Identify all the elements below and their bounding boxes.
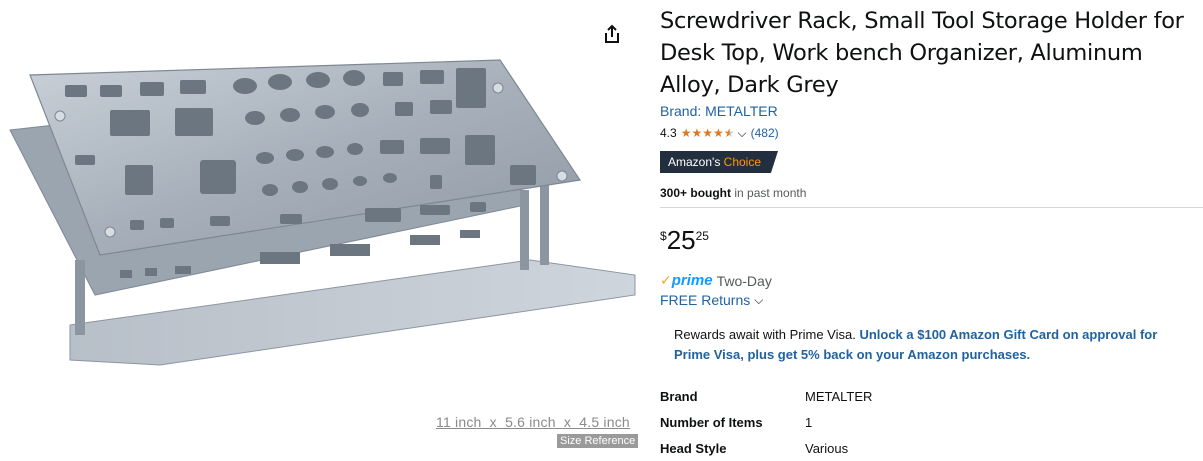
spec-row: Head Style Various bbox=[660, 435, 1060, 461]
free-returns-link[interactable]: FREE Returns ⌵ bbox=[660, 292, 763, 308]
bought-past-month: 300+ bought in past month bbox=[660, 186, 806, 200]
star-rating[interactable]: ★ ★ ★ ★ ★ bbox=[681, 127, 735, 139]
price: $ 25 25 bbox=[660, 224, 709, 256]
star-icon: ★ bbox=[702, 126, 713, 140]
price-symbol: $ bbox=[660, 229, 667, 243]
size-dimensions: 11 inch x 5.6 inch x 4.5 inch bbox=[436, 414, 630, 430]
spec-value: Various bbox=[805, 440, 849, 456]
spec-row: Number of Items 1 bbox=[660, 409, 1060, 435]
rewards-text: Rewards await with Prime Visa. bbox=[674, 327, 860, 342]
image-gallery: 11 inch x 5.6 inch x 4.5 inch Size Refer… bbox=[0, 0, 645, 461]
product-info: Screwdriver Rack, Small Tool Storage Hol… bbox=[660, 0, 1203, 461]
prime-visa-rewards: Rewards await with Prime Visa. Unlock a … bbox=[674, 325, 1194, 365]
half-star-icon: ★ bbox=[723, 126, 735, 140]
badge-accent: Choice bbox=[723, 155, 762, 169]
bought-count: 300+ bought bbox=[660, 186, 732, 200]
spec-key: Head Style bbox=[660, 440, 727, 456]
rating-row: 4.3 ★ ★ ★ ★ ★ ⌵ (482) bbox=[660, 124, 779, 142]
size-reference-label: Size Reference bbox=[557, 434, 639, 448]
bought-period: in past month bbox=[731, 186, 807, 200]
spec-key: Brand bbox=[660, 388, 698, 404]
brand-link[interactable]: Brand: METALTER bbox=[660, 103, 778, 119]
divider bbox=[660, 207, 1203, 208]
star-icon: ★ bbox=[680, 126, 692, 140]
amazons-choice-badge[interactable]: Amazon's Choice bbox=[660, 151, 778, 173]
free-returns-label: FREE Returns bbox=[660, 292, 751, 308]
product-image[interactable] bbox=[0, 30, 645, 400]
price-fraction: 25 bbox=[695, 229, 709, 243]
spec-value: METALTER bbox=[805, 388, 873, 404]
review-count-link[interactable]: (482) bbox=[751, 126, 779, 140]
prime-delivery-text: Two-Day bbox=[716, 272, 772, 289]
chevron-down-icon[interactable]: ⌵ bbox=[738, 126, 747, 141]
star-icon: ★ bbox=[691, 126, 703, 140]
rating-value: 4.3 bbox=[660, 126, 677, 140]
check-icon: ✓ bbox=[660, 272, 672, 288]
share-icon[interactable] bbox=[601, 23, 623, 45]
product-title: Screwdriver Rack, Small Tool Storage Hol… bbox=[660, 8, 1184, 98]
prime-delivery: ✓ prime Two-Day bbox=[660, 272, 772, 289]
prime-logo: prime bbox=[671, 272, 713, 289]
star-icon: ★ bbox=[712, 126, 724, 140]
spec-row: Brand METALTER bbox=[660, 383, 1060, 409]
price-whole: 25 bbox=[666, 225, 696, 255]
product-specs: Brand METALTER Number of Items 1 Head St… bbox=[660, 383, 1060, 461]
badge-prefix: Amazon's bbox=[668, 155, 721, 169]
spec-value: 1 bbox=[805, 414, 813, 430]
chevron-down-icon: ⌵ bbox=[754, 292, 764, 307]
spec-key: Number of Items bbox=[660, 414, 763, 430]
